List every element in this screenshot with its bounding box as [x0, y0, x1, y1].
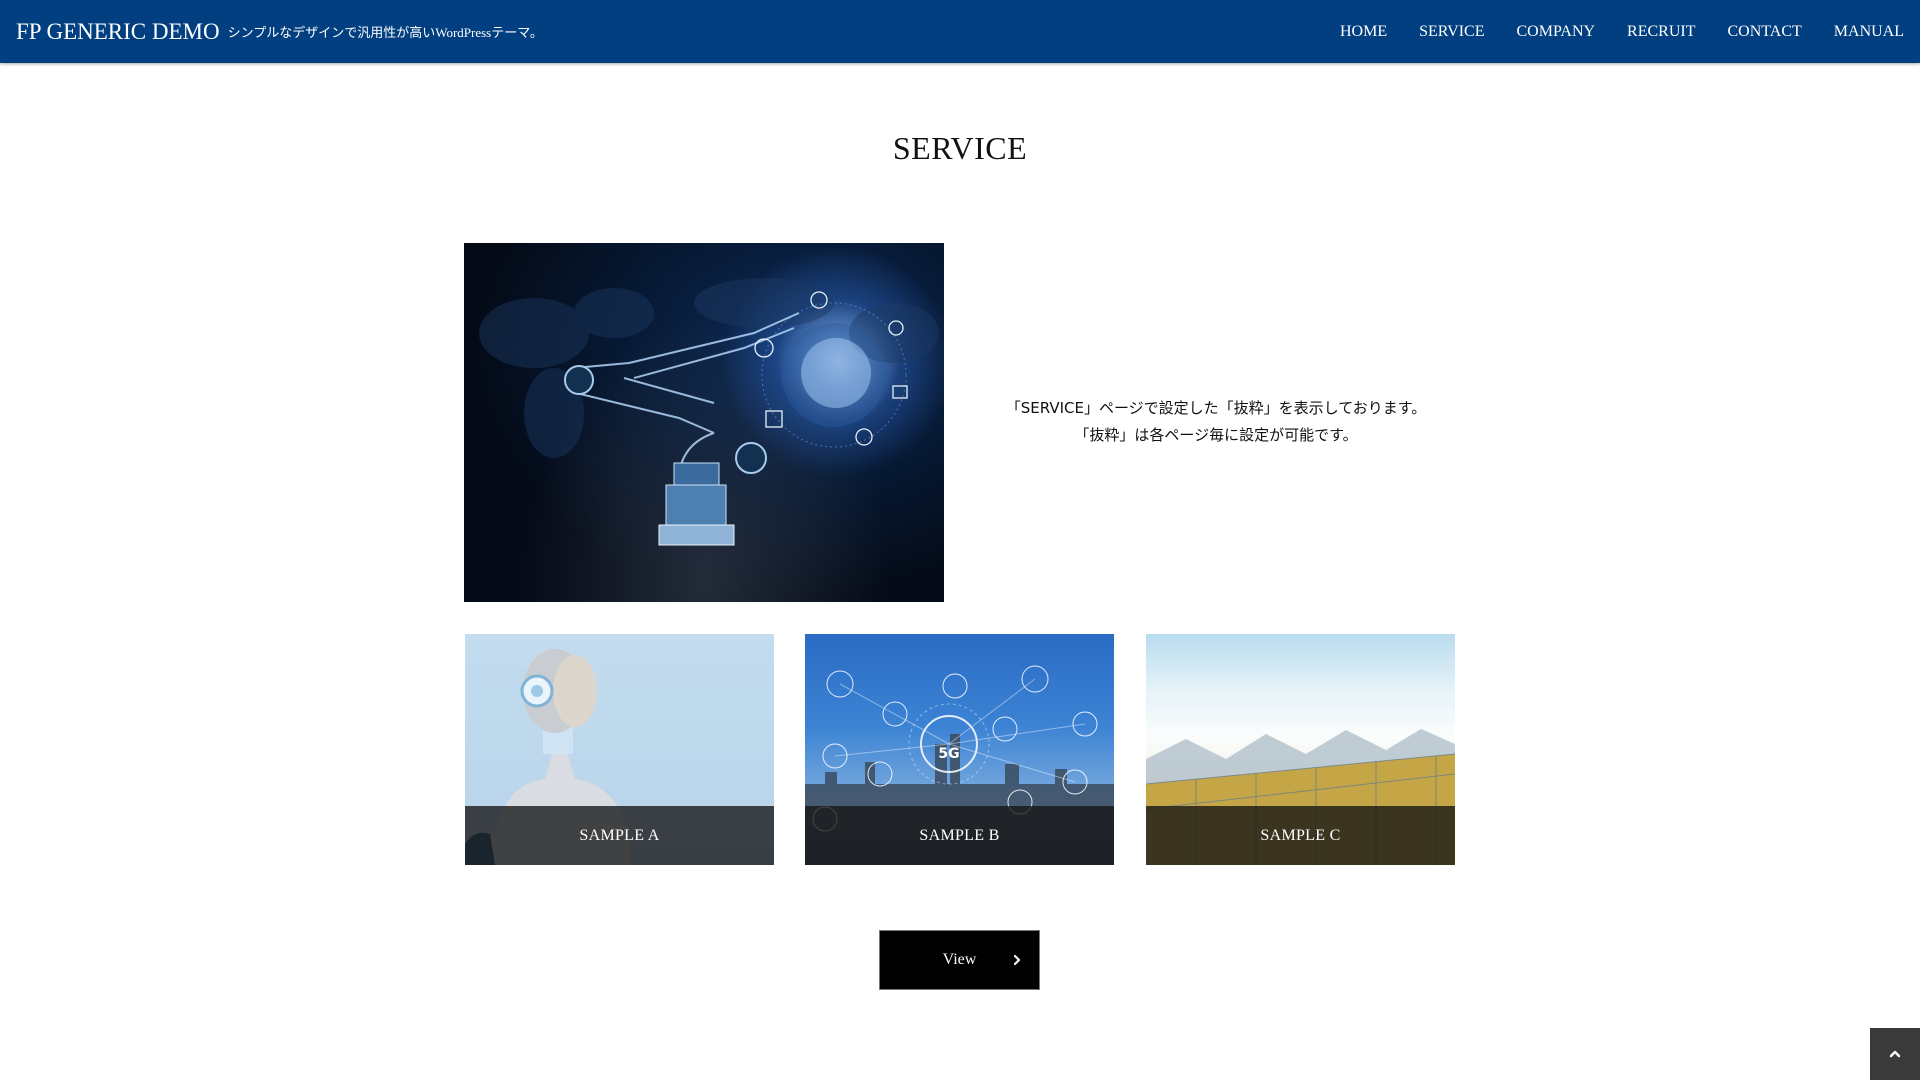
- section-title: SERVICE: [892, 130, 1028, 166]
- chevron-right-icon: [1013, 954, 1021, 966]
- feature-excerpt: 「SERVICE」ページで設定した「抜粋」を表示しております。 「抜粋」は各ペー…: [976, 395, 1456, 449]
- feature-image: [464, 243, 944, 602]
- nav-item-home[interactable]: HOME: [1340, 23, 1387, 40]
- svg-text:5G: 5G: [938, 746, 959, 762]
- robot-arm-illustration: [479, 278, 939, 546]
- nav-item-contact[interactable]: CONTACT: [1728, 23, 1802, 40]
- site-logo-link[interactable]: FP GENERIC DEMO シンプルなデザインで汎用性が高いWordPres…: [16, 0, 543, 63]
- service-card-sample-a[interactable]: SAMPLE A: [465, 634, 774, 865]
- service-card-sample-c[interactable]: SAMPLE C: [1146, 634, 1455, 865]
- nav-item-company[interactable]: COMPANY: [1517, 23, 1596, 40]
- card-caption: SAMPLE C: [1146, 806, 1455, 865]
- excerpt-line: 「SERVICE」ページで設定した「抜粋」を表示しております。: [1005, 399, 1427, 417]
- service-card-sample-b[interactable]: 5G SAMPLE B: [805, 634, 1114, 865]
- view-button[interactable]: View: [879, 930, 1040, 990]
- site-header: FP GENERIC DEMO シンプルなデザインで汎用性が高いWordPres…: [0, 0, 1920, 63]
- nav-item-service[interactable]: SERVICE: [1419, 23, 1484, 40]
- excerpt-line: 「抜粋」は各ページ毎に設定が可能です。: [1074, 426, 1358, 444]
- card-caption: SAMPLE A: [465, 806, 774, 865]
- site-tagline: シンプルなデザインで汎用性が高いWordPressテーマ。: [227, 25, 543, 40]
- chevron-up-icon: [1889, 1050, 1901, 1058]
- nav-item-recruit[interactable]: RECRUIT: [1627, 23, 1695, 40]
- nav-item-manual[interactable]: MANUAL: [1834, 23, 1904, 40]
- site-title: FP GENERIC DEMO: [16, 19, 220, 44]
- scroll-to-top-button[interactable]: [1870, 1028, 1920, 1080]
- view-button-label: View: [942, 951, 977, 968]
- card-caption: SAMPLE B: [805, 806, 1114, 865]
- main-nav: HOME SERVICE COMPANY RECRUIT CONTACT MAN…: [1340, 0, 1904, 63]
